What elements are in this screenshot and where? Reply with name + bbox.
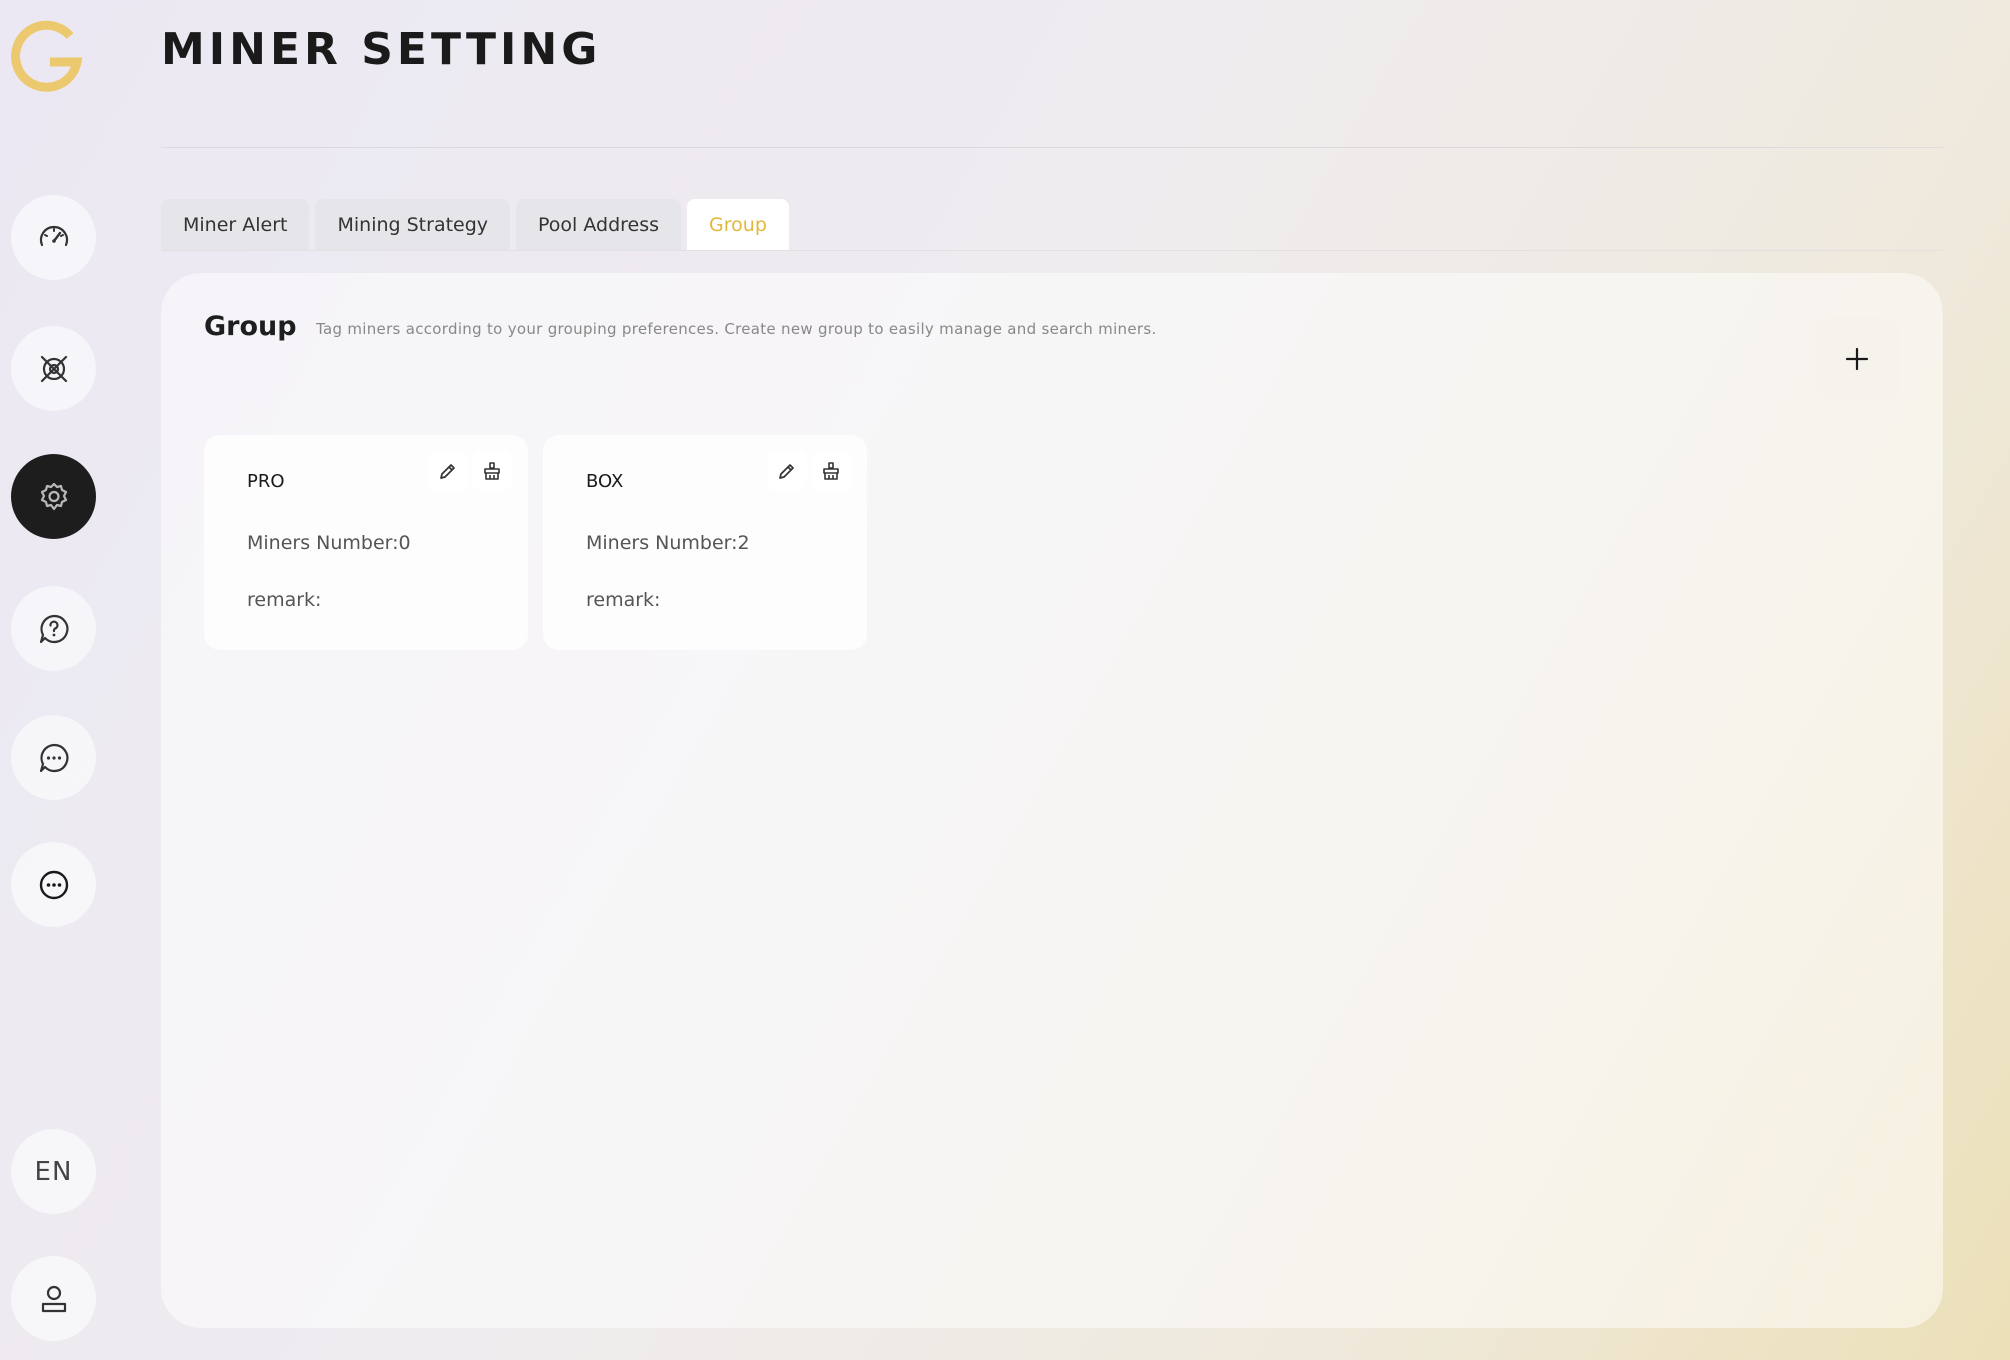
group-panel: Group Tag miners according to your group…	[161, 273, 1943, 1328]
pencil-icon	[779, 464, 794, 479]
settings-icon	[40, 482, 67, 510]
more-icon	[39, 870, 68, 899]
group-remark: remark:	[247, 589, 322, 611]
group-title: Group	[204, 311, 297, 342]
tab-miner-alert[interactable]: Miner Alert	[161, 199, 310, 251]
edit-group-button[interactable]	[767, 451, 807, 491]
group-miners-number: Miners Number:2	[586, 532, 750, 554]
edit-group-button[interactable]	[428, 451, 468, 491]
group-card: BOX Miners Number:2 remark:	[543, 435, 867, 650]
nav-more[interactable]	[11, 842, 96, 927]
brand-logo-icon	[8, 20, 88, 92]
language-button[interactable]: EN	[11, 1129, 96, 1214]
group-remark: remark:	[586, 589, 661, 611]
brush-icon	[823, 462, 839, 480]
page-title: MINER SETTING	[161, 24, 602, 75]
brush-icon	[484, 462, 500, 480]
help-icon	[39, 614, 68, 643]
group-card-list: PRO Miners Number:0 remark: BOX Miners N…	[204, 435, 867, 650]
group-name: PRO	[247, 471, 285, 492]
tab-mining-strategy[interactable]: Mining Strategy	[315, 199, 511, 251]
miners-icon	[40, 355, 67, 382]
group-card-actions	[428, 451, 512, 491]
header-divider	[161, 147, 1943, 148]
chat-icon	[39, 743, 68, 772]
language-label: EN	[34, 1156, 73, 1187]
group-card-actions	[767, 451, 851, 491]
tab-pool-address[interactable]: Pool Address	[516, 199, 682, 251]
nav-miners[interactable]	[11, 326, 96, 411]
settings-tabs: Miner Alert Mining Strategy Pool Address…	[161, 199, 789, 251]
nav-settings[interactable]	[11, 454, 96, 539]
tabs-divider	[161, 250, 1943, 251]
nav-dashboard[interactable]	[11, 195, 96, 280]
group-description: Tag miners according to your grouping pr…	[316, 320, 1157, 338]
dashboard-icon	[39, 225, 68, 246]
pencil-icon	[440, 464, 455, 479]
add-group-button[interactable]	[1814, 316, 1900, 402]
clear-group-button[interactable]	[472, 451, 512, 491]
group-card: PRO Miners Number:0 remark:	[204, 435, 528, 650]
plus-icon	[1845, 347, 1869, 371]
nav-chat[interactable]	[11, 715, 96, 800]
user-icon	[41, 1285, 66, 1312]
group-name: BOX	[586, 471, 624, 492]
user-button[interactable]	[11, 1256, 96, 1341]
clear-group-button[interactable]	[811, 451, 851, 491]
nav-help[interactable]	[11, 586, 96, 671]
group-miners-number: Miners Number:0	[247, 532, 411, 554]
tab-group[interactable]: Group	[687, 199, 789, 251]
